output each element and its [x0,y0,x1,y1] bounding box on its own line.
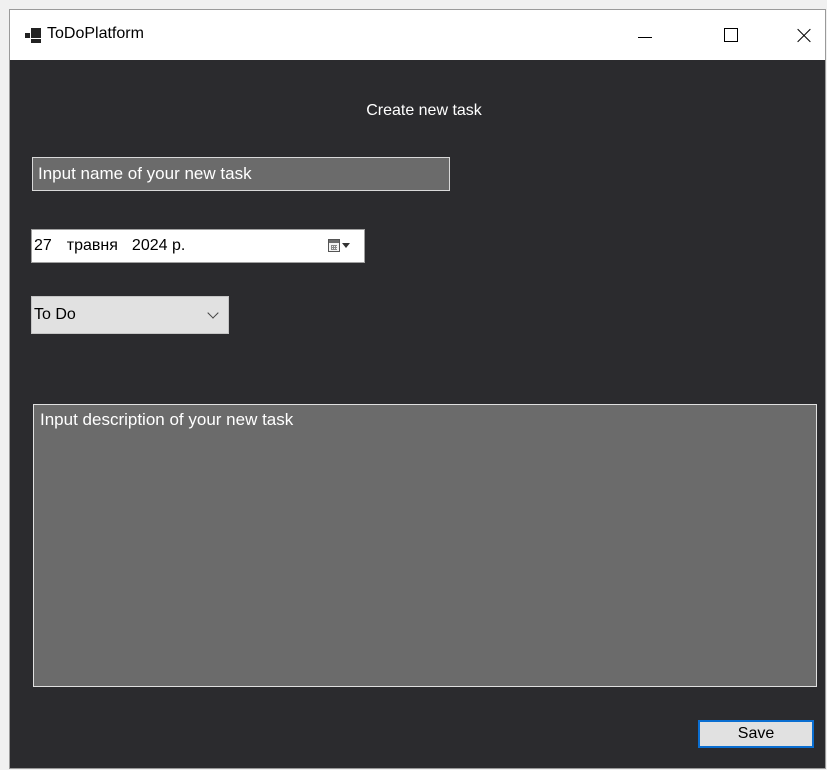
chevron-down-icon [207,307,219,319]
form-heading: Create new task [366,102,482,119]
status-select[interactable]: To Do [31,296,229,334]
app-window-icon [25,27,41,43]
window-title: ToDoPlatform [47,25,144,42]
maximize-icon [724,28,738,42]
task-description-input[interactable] [33,404,817,687]
close-button[interactable] [781,10,825,60]
date-month[interactable]: травня [67,237,118,255]
maximize-button[interactable] [708,10,754,60]
calendar-icon [328,239,340,252]
dropdown-arrow-icon [342,243,350,248]
minimize-icon [638,36,652,38]
title-bar[interactable]: ToDoPlatform [10,10,825,60]
date-year[interactable]: 2024 р. [132,237,185,255]
task-name-input[interactable] [32,157,450,191]
app-window: ToDoPlatform Create new task 27 травня 2… [9,9,826,769]
calendar-dropdown-button[interactable] [328,239,354,255]
close-icon [796,27,812,43]
date-day[interactable]: 27 [34,237,52,255]
minimize-button[interactable] [622,10,668,60]
status-value: To Do [34,306,76,323]
due-date-picker[interactable]: 27 травня 2024 р. [31,229,365,263]
save-button[interactable]: Save [698,720,814,748]
